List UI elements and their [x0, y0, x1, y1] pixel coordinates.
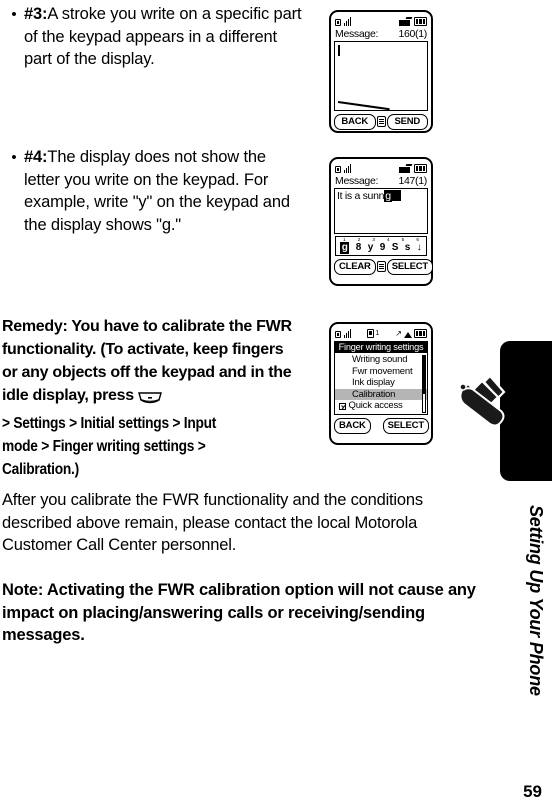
menu-icon[interactable] [376, 261, 386, 273]
bullet-1-marker: #3: [24, 5, 48, 23]
message-label: Message: [335, 175, 379, 187]
message-count: 160(1) [398, 28, 427, 40]
candidate-item-selected[interactable]: g [340, 242, 350, 254]
remedy-menu-path: > Settings > Initial settings > Input mo… [2, 415, 217, 478]
envelope-icon [399, 17, 412, 26]
candidate-item[interactable]: 8 [356, 242, 362, 254]
candidate-more-arrow-icon[interactable]: ↓ [417, 242, 422, 254]
wrench-screwdriver-icon [456, 368, 514, 430]
menu-icon[interactable] [376, 116, 386, 128]
menu-item-writing-sound[interactable]: Writing sound [335, 354, 427, 366]
handwriting-stroke [338, 101, 390, 110]
softkey-bar: BACK SELECT [334, 418, 429, 434]
softkey-clear-button[interactable]: CLEAR [334, 259, 376, 275]
softkey-back-button[interactable]: BACK [334, 114, 376, 130]
candidate-item[interactable]: 9 [380, 242, 386, 254]
bullet-dot-icon: • [11, 6, 17, 23]
candidate-bar[interactable]: 1 2 3 4 5 6 g 8 y 9 S s ↓ [335, 236, 427, 256]
scrollbar[interactable] [422, 354, 426, 413]
message-edit-area[interactable] [334, 41, 428, 111]
softkey-select-button[interactable]: SELECT [382, 418, 429, 434]
candidate-item[interactable]: S [392, 242, 399, 254]
candidate-item[interactable]: s [405, 242, 411, 254]
bullet-item-1: • #3:A stroke you write on a specific pa… [4, 3, 304, 71]
menu-item-fwr-movement[interactable]: Fwr movement [335, 366, 427, 378]
softkey-back-button[interactable]: BACK [334, 418, 371, 434]
bullet-2-text: #4:The display does not show the letter … [24, 146, 304, 236]
signal-bars-icon [335, 17, 352, 26]
text-caret [338, 45, 340, 56]
menu-item-calibration[interactable]: Calibration [335, 388, 427, 401]
typed-cursor-block [391, 190, 401, 201]
checkbox-icon[interactable] [339, 402, 346, 410]
typed-plain: It is a sunn [337, 190, 385, 202]
bullet-2-marker: #4: [24, 148, 48, 166]
typed-message-text: It is a sunng [335, 189, 427, 204]
typed-highlighted-char: g [384, 190, 392, 202]
page-number: 59 [523, 782, 542, 801]
menu-item-quick-access-label: Quick access [348, 400, 403, 412]
battery-icon [413, 329, 427, 338]
softkey-select-button[interactable]: SELECT [386, 259, 434, 275]
menu-list: Writing sound Fwr movement Ink display C… [334, 353, 428, 415]
bullet-1-text: #3:A stroke you write on a specific part… [24, 3, 304, 71]
bullet-dot-icon: • [11, 149, 17, 166]
softkey-bar: CLEAR SELECT [334, 259, 434, 275]
bullet-item-2: • #4:The display does not show the lette… [4, 146, 304, 236]
envelope-icon [399, 164, 412, 173]
phone-screenshot-3: 1 ↗ Finger writing settings Writing soun… [329, 322, 433, 445]
message-count: 147(1) [398, 175, 427, 187]
candidate-items: g 8 y 9 S s ↓ [337, 242, 425, 254]
alarm-icon [403, 332, 412, 338]
remedy-paragraph: Remedy: You have to calibrate the FWR fu… [2, 315, 294, 481]
candidate-number: 4 [387, 237, 390, 242]
bullet-2-body: The display does not show the letter you… [24, 148, 290, 234]
sim-card-icon [367, 329, 375, 338]
status-bar [334, 162, 428, 175]
chapter-label: Setting Up Your Phone [526, 505, 546, 696]
note-paragraph: Note: Activating the FWR calibration opt… [2, 581, 476, 644]
manual-page: • #3:A stroke you write on a specific pa… [0, 0, 552, 812]
menu-item-ink-display[interactable]: Ink display [335, 377, 427, 389]
scrollbar-thumb[interactable] [423, 355, 425, 394]
menu-title: Finger writing settings [334, 341, 428, 353]
post-calibration-paragraph: After you calibrate the FWR functionalit… [2, 491, 423, 554]
softkey-send-button[interactable]: SEND [386, 114, 428, 130]
message-label: Message: [335, 28, 379, 40]
battery-icon [414, 17, 427, 26]
sim-number-label: 1 [375, 330, 380, 337]
menu-item-quick-access[interactable]: Quick access [335, 400, 427, 412]
signal-bars-icon [335, 329, 352, 338]
message-header: Message: 147(1) [334, 175, 428, 188]
battery-icon [414, 164, 427, 173]
candidate-item[interactable]: y [368, 242, 374, 254]
message-edit-area[interactable]: It is a sunng [334, 188, 428, 234]
softkey-bar: BACK SEND [334, 114, 428, 130]
bullet-1-body: A stroke you write on a specific part of… [24, 5, 302, 68]
status-bar [334, 15, 428, 28]
sim-1-icon: 1 [367, 329, 379, 338]
phone-screenshot-2: Message: 147(1) It is a sunng 1 2 3 4 5 … [329, 157, 434, 286]
phone-screenshot-1: Message: 160(1) BACK SEND [329, 10, 433, 133]
signal-bars-icon [335, 164, 352, 173]
vibrate-icon: ↗ [395, 329, 402, 338]
menu-key-icon [137, 389, 163, 412]
message-header: Message: 160(1) [334, 28, 428, 41]
status-bar: 1 ↗ [334, 327, 428, 340]
